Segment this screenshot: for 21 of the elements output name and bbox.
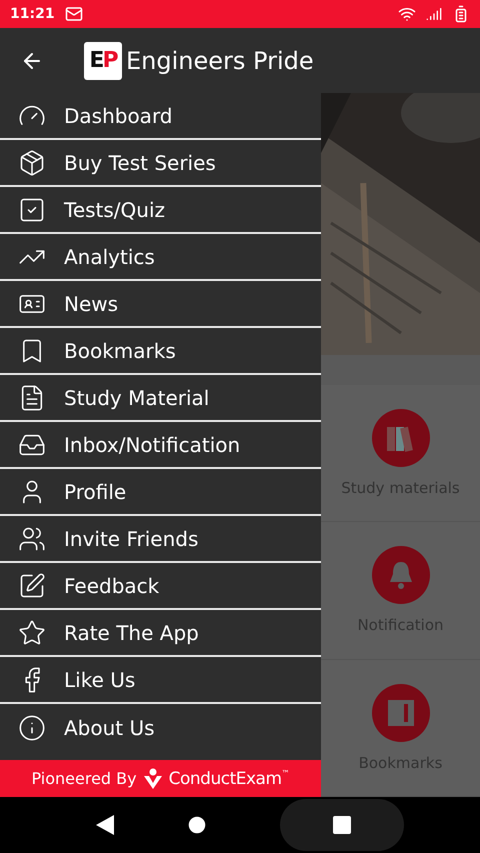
brand-name: ConductExam	[168, 768, 282, 788]
app-title: Engineers Pride	[126, 46, 314, 74]
pen-square-icon	[18, 572, 46, 600]
recents-nav-button[interactable]	[280, 799, 404, 851]
box-icon	[18, 148, 46, 176]
wifi-icon	[398, 5, 416, 23]
trademark-sign: ™	[282, 769, 290, 778]
back-triangle-icon	[96, 815, 114, 835]
footer-text: Pioneered By	[31, 769, 137, 788]
star-icon	[18, 618, 46, 646]
back-nav-button[interactable]	[96, 815, 114, 835]
home-circle-icon	[186, 814, 208, 836]
checkbox-icon	[18, 196, 46, 224]
info-icon	[18, 714, 46, 742]
person-logo-icon	[142, 768, 163, 790]
square-icon	[333, 816, 351, 834]
status-time: 11:21	[10, 6, 55, 22]
mail-icon	[64, 5, 83, 23]
home-nav-button[interactable]	[186, 814, 208, 836]
app-logo: EP	[84, 42, 122, 80]
signal-icon	[426, 6, 442, 22]
